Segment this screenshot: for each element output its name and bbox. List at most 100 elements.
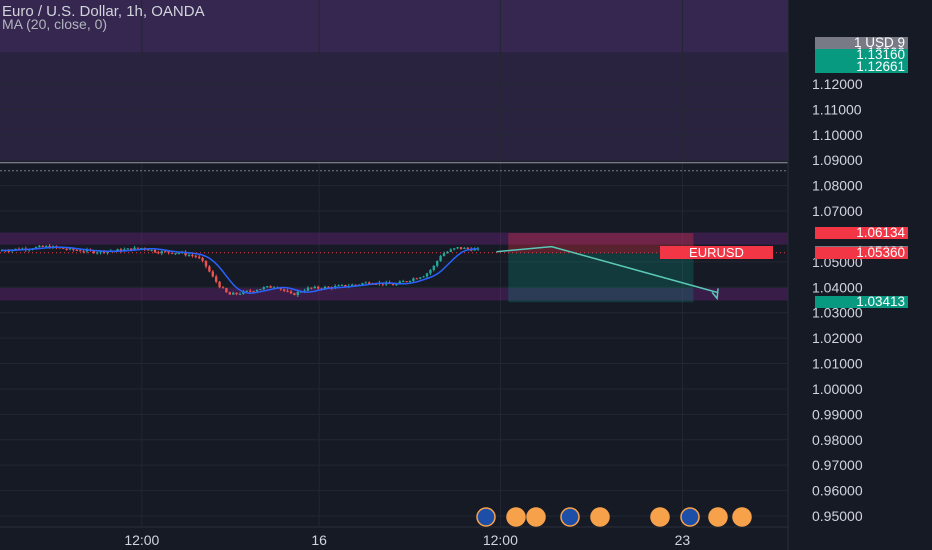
candle-body: [364, 282, 367, 284]
candle-body: [289, 291, 293, 294]
candle-body: [194, 255, 197, 257]
economic-event-icon: [526, 507, 546, 527]
indicator-label: MA (20, close, 0): [2, 16, 108, 32]
candle-body: [269, 286, 272, 288]
candle-body: [361, 283, 364, 285]
candle-body: [153, 249, 157, 253]
candle-body: [232, 292, 235, 295]
candle-body: [255, 290, 259, 292]
price-tick-label: 0.97000: [812, 457, 863, 473]
candle-body: [191, 254, 194, 256]
candle-body: [157, 252, 160, 254]
candle-body: [422, 276, 425, 278]
time-tick-label: 16: [311, 532, 327, 548]
price-tick-label: 1.01000: [812, 356, 863, 372]
price-tick-label: 1.04000: [812, 279, 863, 295]
candle-body: [266, 286, 269, 288]
candle-body: [262, 287, 265, 290]
candle-body: [453, 248, 456, 250]
candle-body: [235, 292, 238, 294]
price-tick-label: 0.95000: [812, 508, 863, 524]
price-chart[interactable]: 1.12000 1.11000 1.10000 1.09000 1.08000 1.070…: [0, 0, 932, 550]
economic-event-icon: [590, 507, 610, 527]
economic-event-icon: [560, 507, 580, 527]
candle-body: [391, 284, 395, 286]
candle-body: [446, 251, 449, 254]
time-tick-label: 23: [675, 532, 691, 548]
candle-body: [136, 247, 140, 249]
candle-body: [75, 249, 78, 251]
candle-body: [296, 291, 299, 296]
price-tag: 1.03413: [815, 295, 908, 308]
candle-body: [466, 247, 469, 249]
economic-event-icon: [650, 507, 670, 527]
price-tick-label: 0.98000: [812, 432, 863, 448]
candle-body: [449, 249, 452, 252]
candle-body: [408, 280, 412, 282]
candle-body: [208, 266, 211, 272]
candle-body: [432, 265, 435, 270]
candle-body: [164, 251, 167, 253]
candle-body: [439, 256, 442, 261]
candle-body: [79, 250, 82, 252]
candle-body: [442, 253, 446, 257]
price-tick-label: 1.09000: [812, 152, 863, 168]
price-tick-label: 1.08000: [812, 178, 863, 194]
economic-event-icon: [708, 507, 728, 527]
candle-body: [283, 289, 286, 291]
candle-body: [259, 289, 262, 291]
candle-body: [228, 292, 231, 295]
price-tick-label: 1.00000: [812, 381, 863, 397]
candle-body: [126, 248, 129, 250]
candle-body: [96, 252, 99, 254]
candle-body: [436, 260, 439, 266]
time-tick-label: 12:00: [483, 532, 518, 548]
candle-body: [45, 245, 48, 247]
candle-body: [245, 290, 248, 292]
candle-body: [249, 290, 252, 292]
candle-body: [405, 281, 408, 283]
symbol-label: EURUSD: [660, 246, 773, 259]
candle-body: [177, 253, 180, 255]
price-tick-label: 0.99000: [812, 406, 863, 422]
price-tick-label: 0.96000: [812, 483, 863, 499]
price-tick-label: 1.11000: [812, 101, 862, 117]
price-tick-label: 1.02000: [812, 330, 863, 346]
candle-body: [82, 251, 85, 253]
candle-body: [160, 251, 163, 254]
candle-body: [313, 286, 316, 289]
candle-body: [337, 285, 340, 287]
candle-body: [150, 249, 153, 251]
candle-body: [317, 286, 320, 289]
candle-body: [402, 281, 405, 283]
price-tag: 1.05360: [815, 245, 908, 259]
time-tick-label: 12:00: [124, 532, 159, 548]
price-tag: 1.12661: [815, 60, 908, 73]
economic-event-icon: [680, 507, 700, 527]
price-tick-label: 1.12000: [812, 76, 863, 92]
candle-body: [286, 290, 289, 292]
candle-body: [238, 293, 242, 295]
candle-body: [425, 273, 429, 277]
candle-body: [221, 287, 225, 289]
moving-average-line: [2, 246, 479, 294]
candle-body: [412, 278, 415, 281]
economic-event-icon: [476, 507, 496, 527]
price-tick-label: 1.07000: [812, 203, 863, 219]
candle-body: [419, 277, 422, 279]
candle-body: [170, 252, 174, 254]
candle-body: [65, 248, 68, 250]
candle-body: [187, 254, 191, 256]
candle-body: [41, 245, 44, 247]
candle-body: [201, 258, 204, 261]
economic-event-icon: [732, 507, 752, 527]
candle-body: [211, 271, 214, 277]
candle-body: [429, 269, 432, 274]
candle-body: [215, 276, 218, 282]
candle-body: [279, 288, 282, 290]
candle-body: [225, 288, 228, 293]
candle-body: [218, 281, 221, 288]
candle-body: [340, 284, 344, 286]
candle-body: [204, 260, 208, 267]
candle-body: [456, 247, 459, 249]
